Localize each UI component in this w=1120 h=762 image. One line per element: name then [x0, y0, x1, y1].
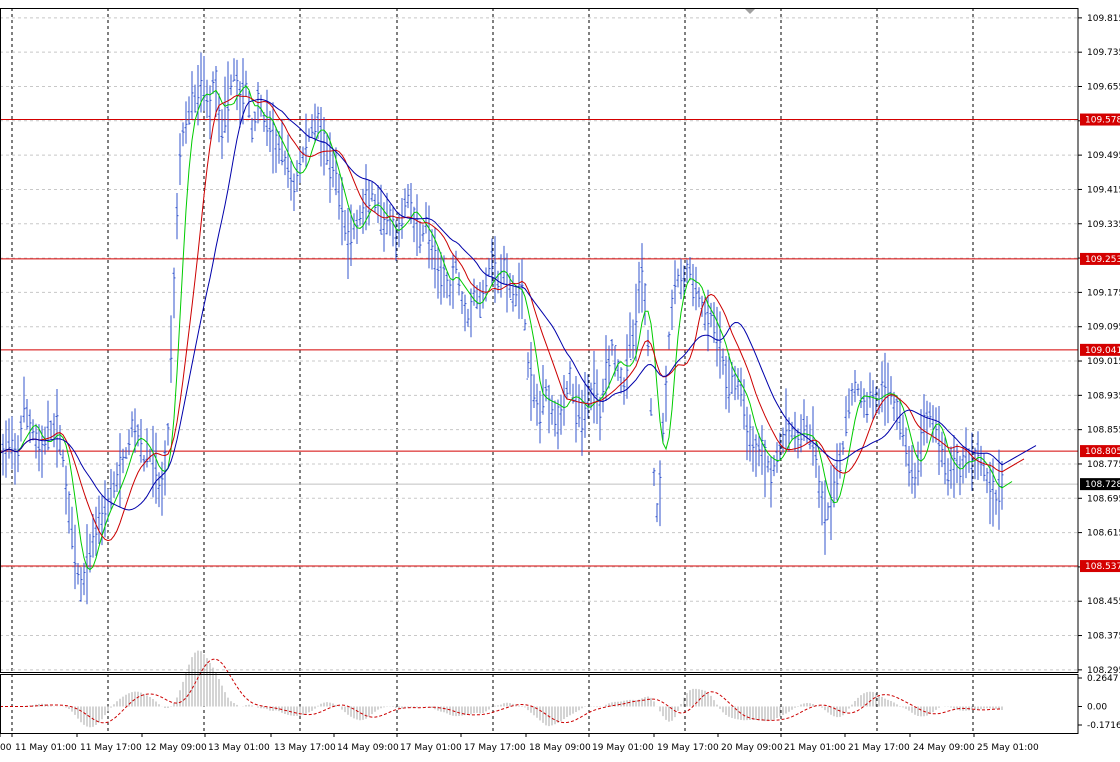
level-label: 109.253 — [1085, 255, 1120, 265]
time-tick-label: 24 May 09:00 — [913, 743, 975, 753]
price-tick-label: 108.855 — [1087, 426, 1120, 436]
level-label: 108.537 — [1085, 562, 1120, 572]
price-tick-label: 109.095 — [1087, 323, 1120, 333]
price-tick-label: 109.335 — [1087, 220, 1120, 230]
price-tick-label: 108.775 — [1087, 460, 1120, 470]
price-tick-label: 108.615 — [1087, 529, 1120, 539]
price-tick-label: 108.695 — [1087, 494, 1120, 504]
time-tick-label: 21 May 17:00 — [848, 743, 910, 753]
price-tick-label: 108.375 — [1087, 632, 1120, 642]
oscillator-tick-label: 0.2647 — [1087, 674, 1119, 684]
time-tick-label: 19 May 17:00 — [657, 743, 719, 753]
time-tick-label: 11 May 17:00 — [80, 743, 142, 753]
price-tick-label: 109.495 — [1087, 151, 1120, 161]
time-tick-label: 12 May 09:00 — [145, 743, 207, 753]
price-tick-label: 109.415 — [1087, 185, 1120, 195]
price-tick-label: 108.455 — [1087, 597, 1120, 607]
time-tick-label: 25 May 01:00 — [977, 743, 1039, 753]
time-tick-label: 17 May 17:00 — [464, 743, 526, 753]
level-label: 109.578 — [1085, 116, 1120, 126]
price-tick-label: 108.935 — [1087, 391, 1120, 401]
chart-background — [0, 0, 1120, 758]
forex-chart: 109.815109.735109.655109.575109.495109.4… — [0, 0, 1120, 758]
level-label: 108.805 — [1085, 447, 1120, 457]
time-tick-label: 13 May 17:00 — [274, 743, 336, 753]
price-tick-label: 109.655 — [1087, 82, 1120, 92]
oscillator-tick-label: 0.00 — [1087, 703, 1107, 713]
time-tick-label: 21 May 01:00 — [784, 743, 846, 753]
chart-svg: 109.815109.735109.655109.575109.495109.4… — [0, 0, 1120, 758]
price-tick-label: 109.175 — [1087, 288, 1120, 298]
time-tick-label: 14 May 09:00 — [337, 743, 399, 753]
price-tick-label: 109.815 — [1087, 14, 1120, 24]
level-label: 109.041 — [1085, 346, 1120, 356]
time-tick-label: 18 May 09:00 — [529, 743, 591, 753]
current-price-label: 108.728 — [1085, 480, 1120, 490]
oscillator-tick-label: -0.1716 — [1087, 721, 1120, 731]
time-tick-label: 20 May 09:00 — [721, 743, 783, 753]
price-tick-label: 109.015 — [1087, 357, 1120, 367]
time-tick-label: 11 May 01:00 — [15, 743, 77, 753]
time-tick-label: 17 May 01:00 — [400, 743, 462, 753]
time-tick-label: 00 — [0, 743, 12, 753]
time-tick-label: 19 May 01:00 — [592, 743, 654, 753]
time-tick-label: 13 May 01:00 — [208, 743, 270, 753]
price-tick-label: 109.735 — [1087, 48, 1120, 58]
